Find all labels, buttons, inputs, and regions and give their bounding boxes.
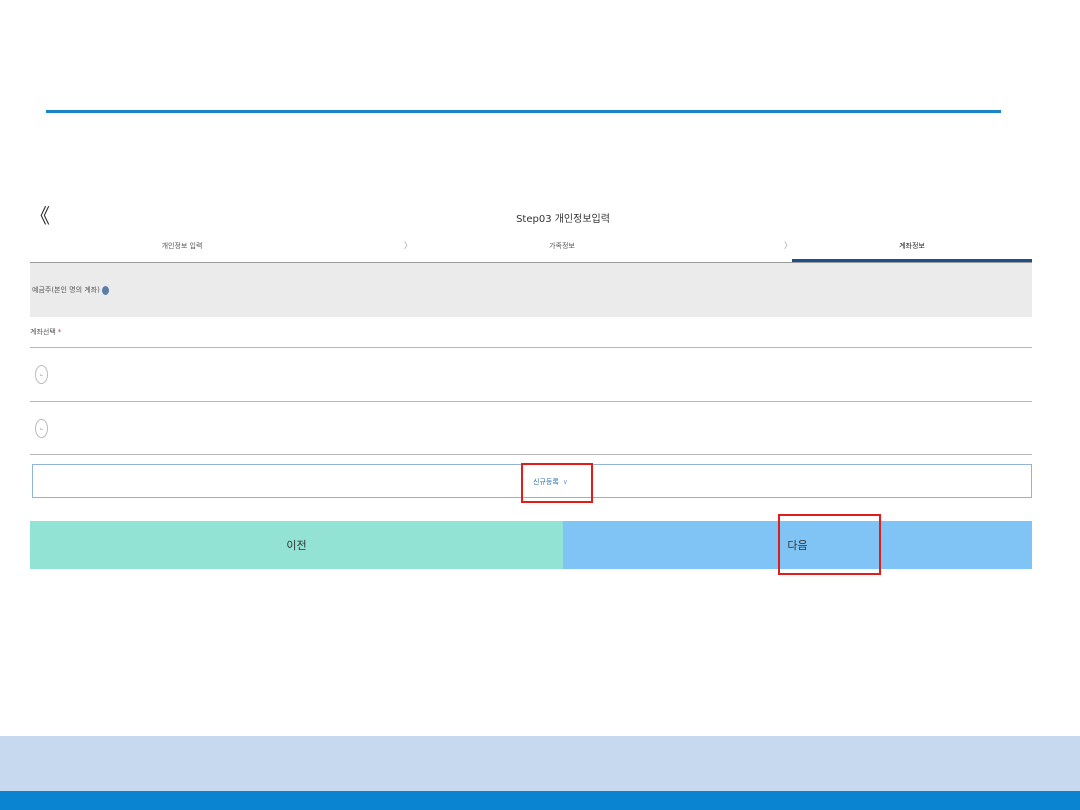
top-divider: [46, 110, 1001, 113]
step-tabs: 개인정보 입력 〉 가족정보 〉 계좌정보: [30, 234, 1032, 263]
prev-button[interactable]: 이전: [30, 521, 563, 569]
tab-personal-info[interactable]: 개인정보 입력: [30, 234, 334, 262]
required-mark: *: [57, 328, 62, 336]
account-option-2[interactable]: [30, 402, 1032, 454]
footer-band: [0, 736, 1080, 791]
chevron-right-icon: 〉: [784, 241, 792, 250]
account-holder-label: 예금주(본인 명의 계좌): [32, 285, 109, 295]
chevron-right-icon: 〉: [404, 241, 412, 250]
divider: [30, 454, 1032, 455]
tab-account-info[interactable]: 계좌정보: [792, 234, 1032, 262]
account-holder-section: 예금주(본인 명의 계좌): [30, 263, 1032, 317]
account-holder-text: 예금주(본인 명의 계좌): [32, 286, 100, 294]
tab-family-info[interactable]: 가족정보: [413, 234, 711, 262]
account-option-1[interactable]: [30, 348, 1032, 400]
info-icon[interactable]: [101, 285, 109, 295]
highlight-box-next: [778, 514, 881, 575]
account-select-label: 계좌선택 *: [30, 327, 61, 337]
radio-button[interactable]: [35, 419, 48, 438]
highlight-box-register: [521, 463, 593, 503]
radio-button[interactable]: [35, 365, 48, 384]
page-title: Step03 개인정보입력: [516, 214, 610, 225]
footer-bar: [0, 791, 1080, 810]
account-select-text: 계좌선택: [30, 328, 56, 336]
